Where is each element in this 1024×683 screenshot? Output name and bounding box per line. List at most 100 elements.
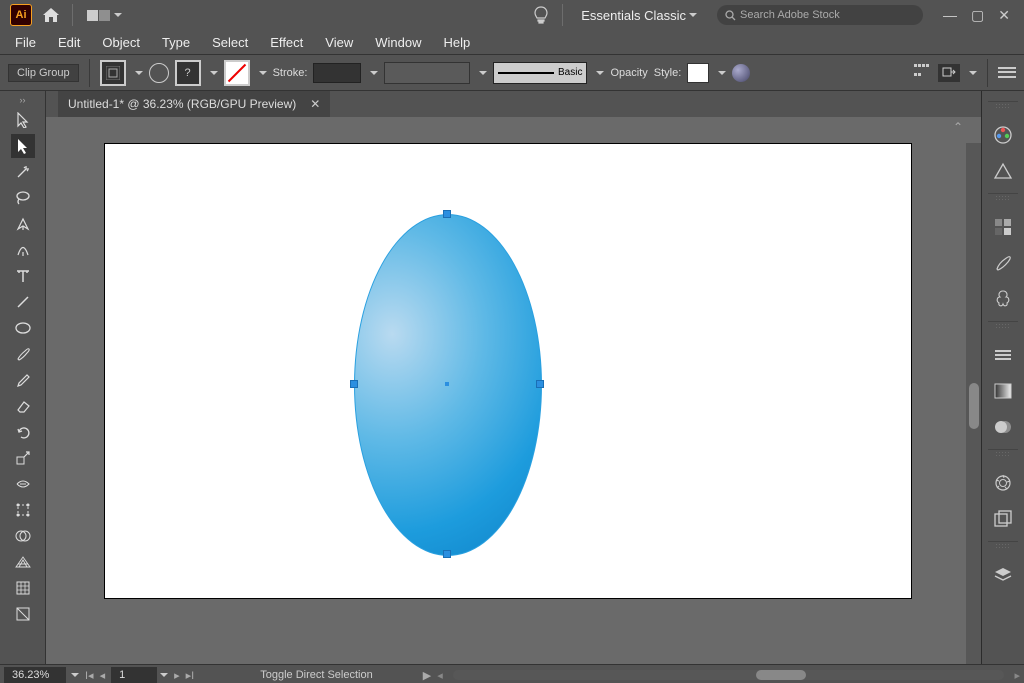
line-segment-tool[interactable] <box>11 290 35 314</box>
chevron-down-icon[interactable] <box>160 673 168 681</box>
brushes-panel-icon[interactable] <box>989 249 1017 277</box>
variable-width-profile[interactable] <box>384 62 470 84</box>
arrange-documents-dropdown[interactable] <box>81 4 128 26</box>
window-controls: — ▢ ✕ <box>933 7 1020 24</box>
chevron-down-icon[interactable] <box>969 71 977 79</box>
menu-effect[interactable]: Effect <box>259 35 314 50</box>
minimize-button[interactable]: — <box>943 7 957 24</box>
first-artboard-icon[interactable]: I◂ <box>85 669 94 682</box>
curvature-tool[interactable] <box>11 238 35 262</box>
menu-type[interactable]: Type <box>151 35 201 50</box>
workspace-switcher[interactable]: Essentials Classic <box>571 8 707 23</box>
stroke-weight-input[interactable] <box>313 63 361 83</box>
shape-builder-tool[interactable] <box>11 524 35 548</box>
scroll-left-icon[interactable]: ◂ <box>437 669 443 682</box>
chevron-down-icon[interactable] <box>596 71 604 79</box>
rotate-tool[interactable] <box>11 420 35 444</box>
tips-icon[interactable] <box>528 2 554 28</box>
artboard[interactable] <box>104 143 912 599</box>
horizontal-scrollbar[interactable] <box>453 670 1005 680</box>
menu-help[interactable]: Help <box>432 35 481 50</box>
paintbrush-tool[interactable] <box>11 342 35 366</box>
menu-select[interactable]: Select <box>201 35 259 50</box>
chevron-down-icon[interactable] <box>370 71 378 79</box>
graphic-style-swatch[interactable] <box>687 63 709 83</box>
scroll-right-icon[interactable]: ▸ <box>1014 669 1020 682</box>
maximize-button[interactable]: ▢ <box>971 7 984 24</box>
chevron-down-icon[interactable] <box>71 673 79 681</box>
color-guide-panel-icon[interactable] <box>989 157 1017 185</box>
ellipse-tool[interactable] <box>11 316 35 340</box>
recolor-artwork-icon[interactable] <box>732 64 750 82</box>
close-button[interactable]: ✕ <box>998 7 1010 24</box>
chevron-down-icon[interactable] <box>479 71 487 79</box>
scroll-up-icon[interactable]: ⌃ <box>953 120 963 134</box>
width-tool[interactable] <box>11 472 35 496</box>
direct-selection-tool[interactable] <box>11 134 35 158</box>
graphic-styles-panel-icon[interactable] <box>989 505 1017 533</box>
anchor-point-bottom[interactable] <box>443 550 451 558</box>
search-stock-field[interactable]: Search Adobe Stock <box>717 5 923 25</box>
menu-window[interactable]: Window <box>364 35 432 50</box>
stroke-panel-icon[interactable] <box>989 341 1017 369</box>
panel-group-grip[interactable]: ::::: <box>988 321 1018 333</box>
zoom-level-input[interactable]: 36.23% <box>4 667 66 683</box>
mesh-tool[interactable] <box>11 576 35 600</box>
anchor-point-left[interactable] <box>350 380 358 388</box>
type-tool[interactable] <box>11 264 35 288</box>
next-artboard-icon[interactable]: ▸ <box>174 669 180 682</box>
gradient-tool[interactable] <box>11 602 35 626</box>
toolbar-expand-icon[interactable]: ›› <box>0 95 45 107</box>
panel-group-grip[interactable]: ::::: <box>988 101 1018 113</box>
transparency-panel-icon[interactable] <box>989 413 1017 441</box>
chevron-down-icon[interactable] <box>259 71 267 79</box>
last-artboard-icon[interactable]: ▸I <box>186 669 195 682</box>
pen-tool[interactable] <box>11 212 35 236</box>
fill-swatch[interactable] <box>100 60 126 86</box>
eraser-tool[interactable] <box>11 394 35 418</box>
artboard-number-input[interactable]: 1 <box>111 667 157 683</box>
free-transform-tool[interactable] <box>11 498 35 522</box>
layers-panel-icon[interactable] <box>989 561 1017 589</box>
appearance-panel-icon[interactable] <box>989 469 1017 497</box>
color-panel-icon[interactable] <box>989 121 1017 149</box>
menu-view[interactable]: View <box>314 35 364 50</box>
prev-artboard-icon[interactable]: ◂ <box>100 669 106 682</box>
pencil-tool[interactable] <box>11 368 35 392</box>
lasso-tool[interactable] <box>11 186 35 210</box>
anchor-point-right[interactable] <box>536 380 544 388</box>
document-tab[interactable]: Untitled-1* @ 36.23% (RGB/GPU Preview) ✕ <box>58 91 330 117</box>
menu-file[interactable]: File <box>4 35 47 50</box>
chevron-down-icon[interactable] <box>135 71 143 79</box>
panel-group-grip[interactable]: ::::: <box>988 193 1018 205</box>
canvas-viewport[interactable]: ⌃ <box>46 117 981 664</box>
scrollbar-thumb[interactable] <box>969 383 979 429</box>
vertical-scrollbar[interactable] <box>966 143 981 664</box>
panel-group-grip[interactable]: ::::: <box>988 541 1018 553</box>
align-panel-icon[interactable] <box>914 64 932 82</box>
brush-definition[interactable]: Basic <box>493 62 587 84</box>
center-point[interactable] <box>445 382 449 386</box>
selection-tool[interactable] <box>11 108 35 132</box>
scale-tool[interactable] <box>11 446 35 470</box>
stroke-swatch[interactable]: ? <box>175 60 201 86</box>
home-icon[interactable] <box>38 2 64 28</box>
no-stroke-swatch[interactable] <box>224 60 250 86</box>
perspective-grid-tool[interactable] <box>11 550 35 574</box>
menu-edit[interactable]: Edit <box>47 35 91 50</box>
symbols-panel-icon[interactable] <box>989 285 1017 313</box>
gradient-panel-icon[interactable] <box>989 377 1017 405</box>
chevron-down-icon[interactable] <box>210 71 218 79</box>
menu-object[interactable]: Object <box>91 35 151 50</box>
chevron-down-icon[interactable] <box>718 71 726 79</box>
close-tab-icon[interactable]: ✕ <box>310 97 320 111</box>
status-menu-icon[interactable]: ▶ <box>423 669 431 682</box>
fill-recolor-icon[interactable] <box>149 63 169 83</box>
magic-wand-tool[interactable] <box>11 160 35 184</box>
transform-panel-icon[interactable] <box>938 64 960 82</box>
anchor-point-top[interactable] <box>443 210 451 218</box>
panel-group-grip[interactable]: ::::: <box>988 449 1018 461</box>
swatches-panel-icon[interactable] <box>989 213 1017 241</box>
scrollbar-thumb[interactable] <box>756 670 806 680</box>
panel-menu-icon[interactable] <box>998 66 1016 80</box>
